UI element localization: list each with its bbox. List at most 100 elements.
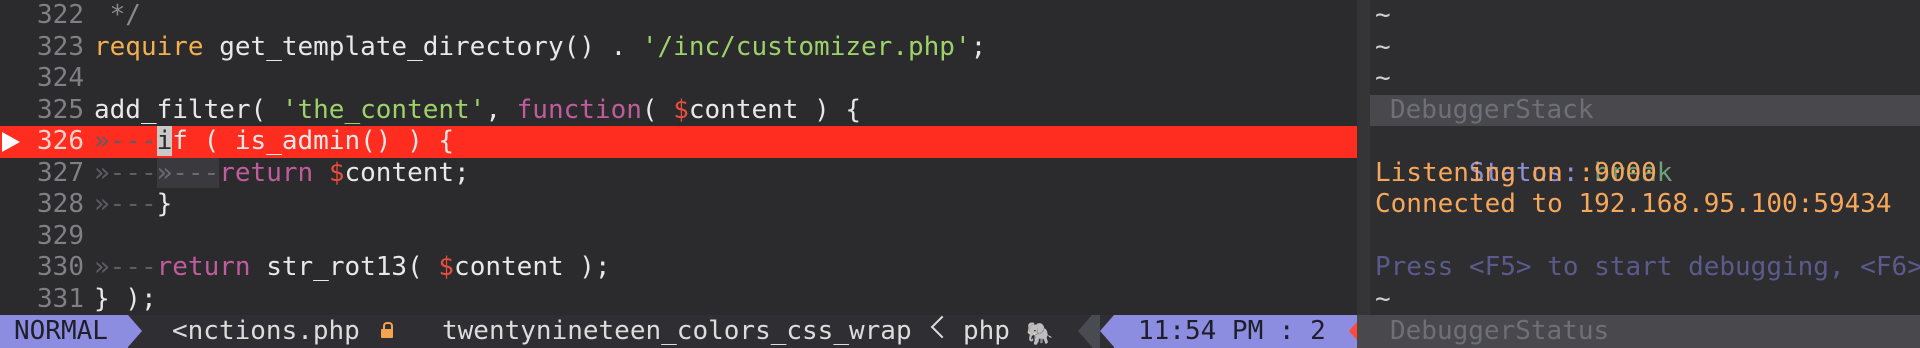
sign-column[interactable]: [0, 63, 26, 95]
code-token: »---: [94, 126, 157, 156]
code-token: content ) {: [688, 94, 862, 125]
code-token: »---: [156, 157, 220, 188]
code-token: f ( is_admin() ) {: [172, 126, 455, 156]
code-token: '/inc/customizer.php': [641, 31, 971, 62]
code-token: $: [438, 252, 455, 282]
code-line[interactable]: 329: [0, 221, 1357, 253]
code-token: 'the_content': [281, 94, 486, 125]
line-number: 328: [37, 189, 84, 219]
code-line[interactable]: 330 »---return str_rot13( $content );: [0, 252, 1357, 284]
code-token: $: [673, 94, 689, 125]
line-number: 330: [37, 252, 84, 282]
code-token: ,: [485, 94, 517, 125]
sign-column[interactable]: [0, 0, 26, 32]
vertical-split-divider[interactable]: [1357, 0, 1370, 315]
code-line[interactable]: 331 } );: [0, 284, 1357, 316]
line-number: 329: [37, 220, 84, 251]
line-code: »---»---return $content;: [94, 157, 470, 190]
sign-column[interactable]: [0, 284, 26, 316]
line-code: add_filter( 'the_content', function( $co…: [94, 95, 861, 127]
code-token: »---: [94, 252, 157, 282]
warning-indicator-icon: [1349, 315, 1357, 347]
sign-column[interactable]: [0, 221, 26, 253]
sign-column[interactable]: [0, 189, 26, 221]
sign-column[interactable]: [0, 95, 26, 127]
line-code: } );: [94, 284, 157, 316]
breakpoint-arrow-icon: [2, 132, 20, 152]
code-line[interactable]: 324: [0, 63, 1357, 95]
code-token: add_filter(: [94, 94, 282, 125]
text-cursor: i: [156, 126, 173, 156]
debugger-panel: ~ ~ ~ DebuggerStack Status: break Listen…: [1370, 0, 1920, 315]
position-text: 11:54 PM : 2: [1138, 316, 1326, 346]
segment-separator: [1078, 315, 1092, 347]
code-token: content );: [454, 252, 611, 282]
debugger-status-line: Status: break: [1375, 126, 1673, 188]
line-number: 326: [37, 126, 84, 156]
filetype-label: php: [963, 316, 1010, 346]
sign-column[interactable]: [0, 126, 26, 158]
code-token: content;: [344, 157, 470, 188]
line-number: 322: [37, 0, 84, 30]
code-line-breakpoint[interactable]: 326 »---if ( is_admin() ) {: [0, 126, 1357, 158]
code-token: get_template_directory() .: [203, 31, 642, 62]
code-token: }: [156, 189, 173, 219]
line-number: 324: [37, 63, 84, 93]
code-token: return: [156, 252, 251, 282]
vim-window: 322 */323 require get_template_directory(…: [0, 0, 1920, 348]
empty-line-marker: ~: [1375, 283, 1391, 314]
code-token: str_rot13(: [250, 252, 439, 282]
code-editor[interactable]: 322 */323 require get_template_directory(…: [0, 0, 1357, 315]
line-number: 323: [37, 31, 84, 62]
line-code: »---return str_rot13( $content );: [94, 252, 611, 284]
line-number: 325: [37, 94, 84, 125]
empty-line-marker: ~: [1375, 63, 1391, 93]
segment-spacer: [1092, 315, 1100, 348]
position-indicator: 11:54 PM : 2: [1114, 315, 1357, 348]
sign-column[interactable]: [0, 252, 26, 284]
listening-message: Listening on :9000: [1375, 157, 1657, 188]
elephant-icon: 🐘: [1026, 322, 1054, 347]
debugger-status-bar[interactable]: DebuggerStatus: [1357, 315, 1920, 348]
chevron-left-icon: [930, 315, 954, 339]
mode-label: NORMAL: [14, 316, 108, 346]
empty-line-marker: ~: [1375, 0, 1391, 30]
code-token: »---: [94, 157, 157, 188]
code-line[interactable]: 328 »---}: [0, 189, 1357, 221]
lock-icon: [381, 322, 393, 338]
code-token: return: [219, 157, 314, 188]
code-token: »---: [94, 189, 157, 219]
connected-message: Connected to 192.168.95.100:59434: [1375, 189, 1892, 219]
sign-column[interactable]: [0, 158, 26, 190]
file-name: <nctions.php: [172, 316, 360, 346]
mode-indicator: NORMAL: [0, 315, 128, 348]
line-number: 327: [37, 157, 84, 188]
code-line[interactable]: 322 */: [0, 0, 1357, 32]
code-token: ;: [970, 31, 987, 62]
segment-separator: [1100, 315, 1114, 347]
statusline: NORMAL <nctions.php twentynineteen_color…: [0, 315, 1357, 348]
code-token: $: [328, 157, 345, 188]
code-line[interactable]: 325 add_filter( 'the_content', function( …: [0, 95, 1357, 127]
line-code: require get_template_directory() . '/inc…: [94, 32, 986, 64]
debugger-stack-title: DebuggerStack: [1390, 94, 1594, 125]
code-token: } );: [94, 283, 157, 314]
code-token: (: [641, 94, 674, 125]
code-token: require: [94, 31, 204, 62]
code-line[interactable]: 327 »---»---return $content;: [0, 157, 1357, 190]
line-code: »---}: [94, 189, 172, 221]
line-code: */: [94, 0, 141, 32]
debug-hint-message: Press <F5> to start debugging, <F6>: [1375, 252, 1920, 282]
debugger-stack-bar[interactable]: DebuggerStack: [1370, 94, 1920, 126]
debugger-status-title: DebuggerStatus: [1390, 316, 1610, 346]
code-token: function: [516, 94, 642, 125]
code-line[interactable]: 323 require get_template_directory() . '/…: [0, 32, 1357, 64]
mode-separator: [128, 315, 142, 347]
line-number: 331: [37, 283, 84, 314]
current-function: twentynineteen_colors_css_wrap: [442, 316, 912, 346]
empty-line-marker: ~: [1375, 31, 1391, 62]
sign-column[interactable]: [0, 32, 26, 64]
code-token: */: [94, 0, 141, 30]
line-code: »---if ( is_admin() ) {: [94, 126, 454, 158]
